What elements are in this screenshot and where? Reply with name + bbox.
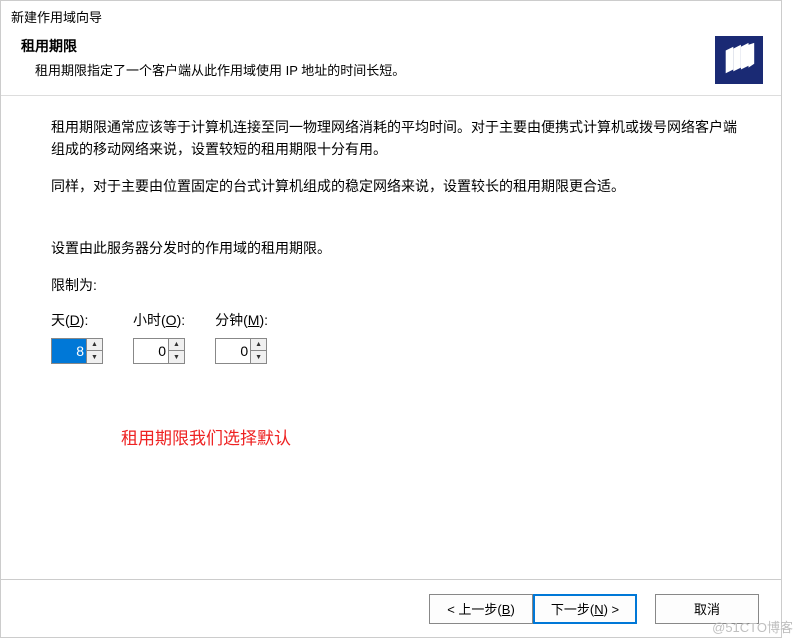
wizard-window: 新建作用域向导 租用期限 租用期限指定了一个客户端从此作用域使用 IP 地址的时… [0, 0, 782, 638]
days-up-button[interactable]: ▲ [87, 339, 102, 352]
header-description: 租用期限指定了一个客户端从此作用域使用 IP 地址的时间长短。 [35, 60, 765, 79]
hours-group: 小时(O): ▲ ▼ [133, 310, 185, 364]
annotation-text: 租用期限我们选择默认 [121, 424, 741, 449]
hours-down-button[interactable]: ▼ [169, 351, 184, 363]
minutes-label-prefix: 分钟( [215, 312, 248, 328]
back-button-post: ) [510, 602, 514, 617]
header-icon [715, 36, 763, 84]
next-button-post: ) > [604, 602, 620, 617]
nav-button-group: < 上一步(B) 下一步(N) > [429, 594, 637, 624]
hours-label-prefix: 小时( [133, 312, 166, 328]
back-button[interactable]: < 上一步(B) [429, 594, 533, 624]
minutes-up-button[interactable]: ▲ [251, 339, 266, 352]
documents-icon [720, 41, 758, 79]
minutes-group: 分钟(M): ▲ ▼ [215, 310, 268, 364]
days-down-button[interactable]: ▼ [87, 351, 102, 363]
cancel-button[interactable]: 取消 [655, 594, 759, 624]
minutes-spinner-buttons: ▲ ▼ [250, 339, 266, 363]
wizard-footer: < 上一步(B) 下一步(N) > 取消 [1, 579, 781, 637]
body-paragraph-1: 租用期限通常应该等于计算机连接至同一物理网络消耗的平均时间。对于主要由便携式计算… [51, 116, 741, 161]
days-spinner-buttons: ▲ ▼ [86, 339, 102, 363]
days-label: 天(D): [51, 310, 103, 330]
days-input[interactable] [52, 339, 86, 363]
minutes-label: 分钟(M): [215, 310, 268, 330]
header-title: 租用期限 [21, 36, 765, 56]
minutes-down-button[interactable]: ▼ [251, 351, 266, 363]
minutes-hotkey: M [248, 312, 260, 328]
body-paragraph-3: 设置由此服务器分发时的作用域的租用期限。 [51, 237, 741, 259]
next-button-hotkey: N [594, 602, 603, 617]
limit-label: 限制为: [51, 274, 741, 296]
minutes-spinner: ▲ ▼ [215, 338, 267, 364]
hours-hotkey: O [166, 312, 177, 328]
wizard-body: 租用期限通常应该等于计算机连接至同一物理网络消耗的平均时间。对于主要由便携式计算… [1, 96, 781, 459]
days-group: 天(D): ▲ ▼ [51, 310, 103, 364]
duration-controls: 天(D): ▲ ▼ 小时(O): ▲ [51, 310, 741, 364]
window-title: 新建作用域向导 [1, 1, 781, 28]
minutes-label-suffix: ): [259, 312, 268, 328]
hours-label-suffix: ): [177, 312, 186, 328]
hours-label: 小时(O): [133, 310, 185, 330]
days-label-suffix: ): [80, 312, 89, 328]
next-button[interactable]: 下一步(N) > [533, 594, 637, 624]
body-paragraph-2: 同样，对于主要由位置固定的台式计算机组成的稳定网络来说，设置较长的租用期限更合适… [51, 175, 741, 197]
hours-up-button[interactable]: ▲ [169, 339, 184, 352]
hours-spinner-buttons: ▲ ▼ [168, 339, 184, 363]
next-button-pre: 下一步( [551, 602, 594, 617]
days-spinner: ▲ ▼ [51, 338, 103, 364]
hours-spinner: ▲ ▼ [133, 338, 185, 364]
days-hotkey: D [70, 312, 80, 328]
minutes-input[interactable] [216, 339, 250, 363]
hours-input[interactable] [134, 339, 168, 363]
days-label-prefix: 天( [51, 312, 70, 328]
back-button-pre: < 上一步( [447, 602, 502, 617]
wizard-header: 租用期限 租用期限指定了一个客户端从此作用域使用 IP 地址的时间长短。 [1, 28, 781, 96]
